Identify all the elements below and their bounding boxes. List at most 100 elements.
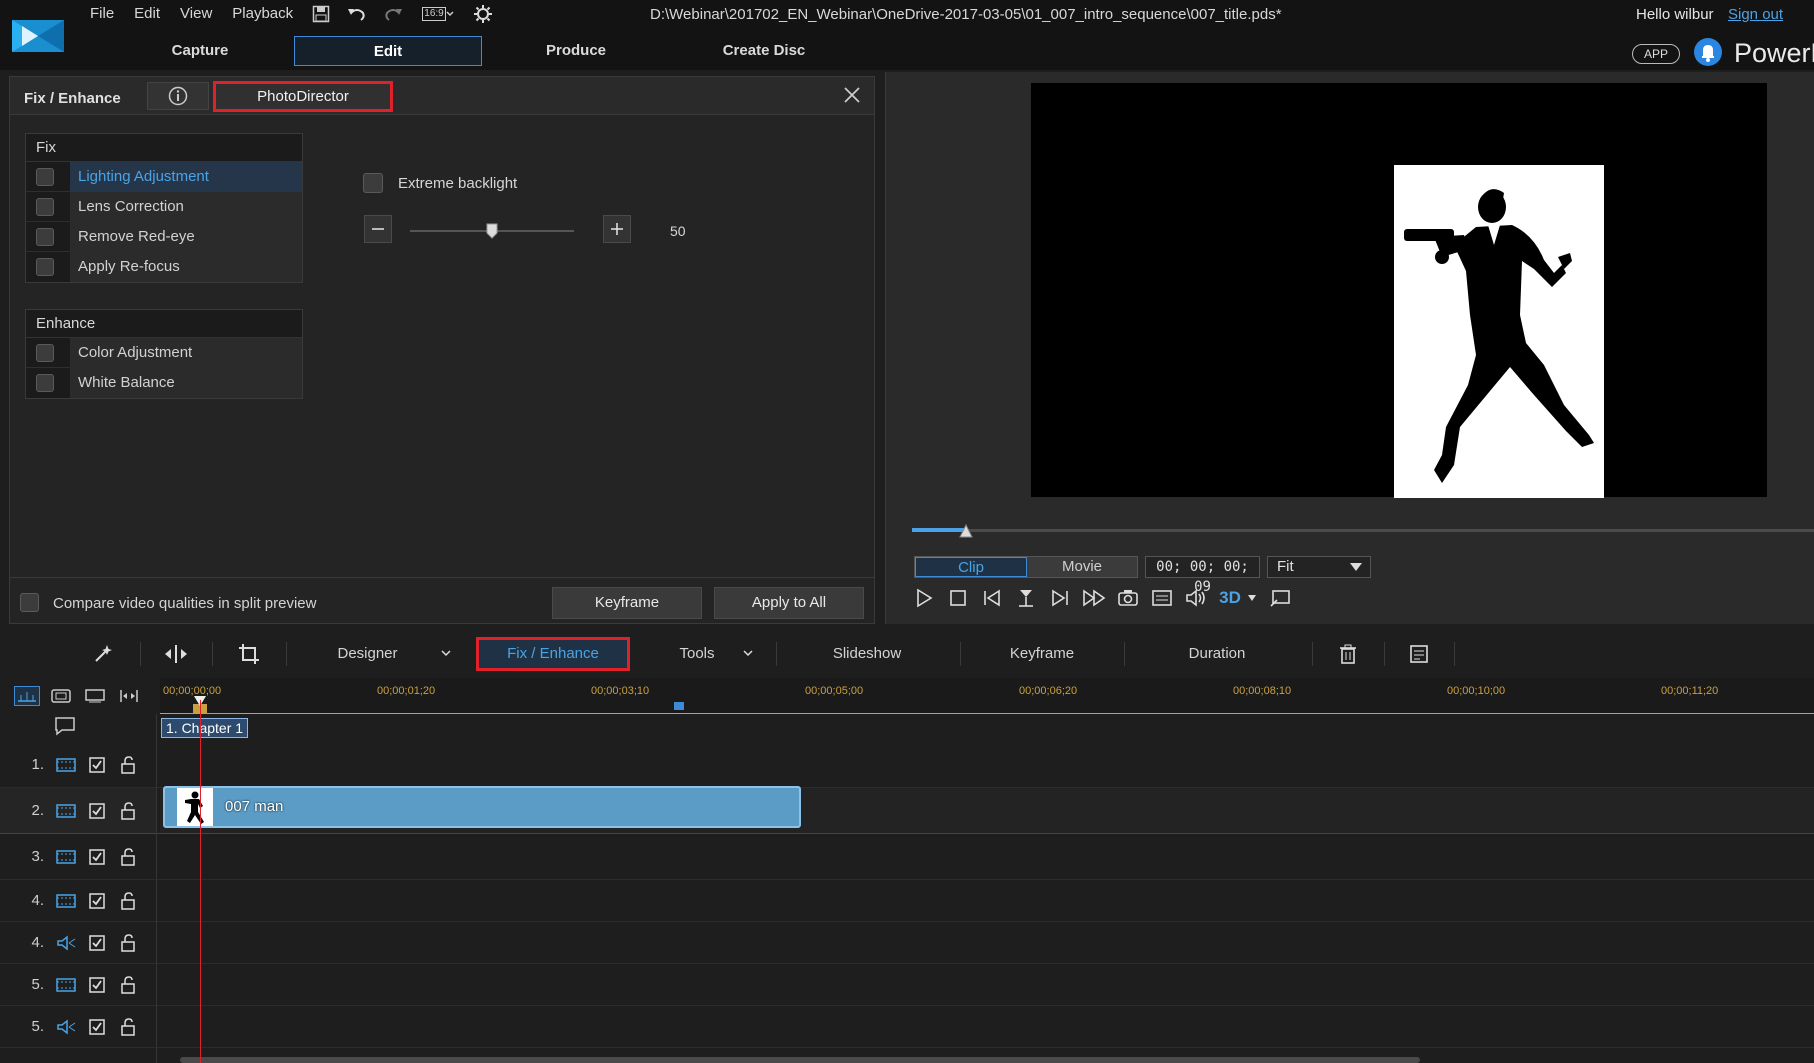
- timecode-display[interactable]: 00; 00; 00; 09: [1145, 556, 1260, 595]
- aspect-ratio-selector[interactable]: 16:9: [418, 4, 458, 24]
- chevron-down-icon[interactable]: [441, 648, 451, 658]
- sign-out-link[interactable]: Sign out: [1728, 6, 1783, 23]
- timeline-horizontal-scrollbar[interactable]: [180, 1057, 1420, 1063]
- checkbox[interactable]: [36, 343, 54, 362]
- slideshow-button[interactable]: Slideshow: [826, 645, 908, 662]
- unlock-icon[interactable]: [115, 1017, 141, 1037]
- tab-edit[interactable]: Edit: [294, 36, 482, 66]
- fix-item-label[interactable]: Remove Red-eye: [70, 221, 302, 252]
- split-clip-icon[interactable]: [163, 642, 189, 666]
- checkbox[interactable]: [36, 374, 54, 392]
- comment-icon[interactable]: [54, 716, 76, 736]
- track-lane[interactable]: [160, 880, 1814, 921]
- menu-edit[interactable]: Edit: [124, 5, 170, 27]
- magic-tools-icon[interactable]: [90, 642, 116, 666]
- menu-view[interactable]: View: [170, 5, 222, 27]
- tab-produce[interactable]: Produce: [482, 36, 670, 66]
- track-enabled-checkbox-icon[interactable]: [84, 933, 110, 953]
- checkbox[interactable]: [36, 258, 54, 276]
- subtitles-icon[interactable]: [1150, 586, 1174, 610]
- designer-button[interactable]: Designer: [330, 645, 405, 662]
- track-lane[interactable]: [160, 834, 1814, 879]
- ruler-marker[interactable]: [674, 702, 684, 710]
- fit-timeline-icon[interactable]: [82, 686, 108, 706]
- scrubber-thumb[interactable]: [959, 524, 973, 538]
- snapshot-camera-icon[interactable]: [1116, 586, 1140, 610]
- unlock-icon[interactable]: [115, 933, 141, 953]
- tab-create-disc[interactable]: Create Disc: [670, 36, 858, 66]
- more-features-icon[interactable]: [1406, 642, 1432, 666]
- enhance-item-color-adjustment[interactable]: Color Adjustment: [26, 337, 302, 368]
- preview-video[interactable]: [1031, 83, 1767, 498]
- track-lane[interactable]: [160, 922, 1814, 963]
- enhance-item-label[interactable]: White Balance: [70, 368, 302, 398]
- fix-item-lens-correction[interactable]: Lens Correction: [26, 191, 302, 222]
- enhance-item-white-balance[interactable]: White Balance: [26, 368, 302, 398]
- track-enabled-checkbox-icon[interactable]: [84, 1017, 110, 1037]
- checkbox[interactable]: [36, 227, 54, 246]
- save-icon[interactable]: [310, 4, 332, 24]
- storyboard-view-icon[interactable]: [48, 686, 74, 706]
- photodirector-button[interactable]: PhotoDirector: [213, 81, 393, 112]
- zoom-to-fit-icon[interactable]: [116, 686, 142, 706]
- track-enabled-checkbox-icon[interactable]: [84, 755, 110, 775]
- app-button[interactable]: APP: [1632, 44, 1680, 64]
- clip-mode-button[interactable]: Clip: [915, 557, 1027, 577]
- keyframe-button[interactable]: Keyframe: [552, 587, 702, 619]
- settings-icon[interactable]: [472, 4, 494, 24]
- checkbox[interactable]: [36, 167, 54, 186]
- notification-bell-icon[interactable]: [1694, 38, 1722, 66]
- undo-icon[interactable]: [346, 4, 368, 24]
- decrease-button[interactable]: [364, 215, 392, 243]
- checkbox[interactable]: [36, 197, 54, 216]
- enhance-item-label[interactable]: Color Adjustment: [70, 337, 302, 368]
- extreme-backlight-checkbox[interactable]: [363, 173, 383, 193]
- duration-button[interactable]: Duration: [1180, 645, 1254, 662]
- 3d-mode-button[interactable]: 3D: [1218, 586, 1258, 610]
- menu-playback[interactable]: Playback: [222, 5, 303, 27]
- redo-icon[interactable]: [382, 4, 404, 24]
- menu-file[interactable]: File: [80, 5, 124, 27]
- unlock-icon[interactable]: [115, 847, 141, 867]
- increase-button[interactable]: [603, 215, 631, 243]
- delete-trash-icon[interactable]: [1335, 642, 1361, 666]
- fix-enhance-button[interactable]: Fix / Enhance: [476, 637, 630, 671]
- track-lane[interactable]: [160, 1006, 1814, 1047]
- unlock-icon[interactable]: [115, 801, 141, 821]
- movie-mode-button[interactable]: Movie: [1027, 557, 1137, 577]
- track-enabled-checkbox-icon[interactable]: [84, 891, 110, 911]
- timeline-clip[interactable]: 007 man: [163, 786, 801, 828]
- track-lane[interactable]: [160, 964, 1814, 1005]
- timeline-view-icon[interactable]: [14, 686, 40, 706]
- volume-icon[interactable]: [1184, 586, 1208, 610]
- unlock-icon[interactable]: [115, 755, 141, 775]
- crop-icon[interactable]: [236, 642, 262, 666]
- apply-to-all-button[interactable]: Apply to All: [714, 587, 864, 619]
- split-icon[interactable]: [1014, 586, 1038, 610]
- chapter-marker[interactable]: 1. Chapter 1: [161, 718, 249, 738]
- track-enabled-checkbox-icon[interactable]: [84, 975, 110, 995]
- track-enabled-checkbox-icon[interactable]: [84, 801, 110, 821]
- fix-item-label[interactable]: Apply Re-focus: [70, 252, 302, 282]
- previous-frame-icon[interactable]: [980, 586, 1004, 610]
- close-icon[interactable]: [840, 83, 864, 107]
- chevron-down-icon[interactable]: [743, 648, 753, 658]
- keyframe-toolbar-button[interactable]: Keyframe: [1004, 645, 1080, 662]
- timeline-ruler[interactable]: 00;00;00;00 00;00;01;20 00;00;03;10 00;0…: [160, 678, 1814, 714]
- unlock-icon[interactable]: [115, 975, 141, 995]
- tools-button[interactable]: Tools: [674, 645, 720, 662]
- fix-item-label[interactable]: Lighting Adjustment: [70, 161, 302, 192]
- fix-item-lighting-adjustment[interactable]: Lighting Adjustment: [26, 161, 302, 192]
- track-lane[interactable]: [160, 742, 1814, 787]
- next-frame-icon[interactable]: [1048, 586, 1072, 610]
- fast-forward-icon[interactable]: [1082, 586, 1106, 610]
- stop-icon[interactable]: [946, 586, 970, 610]
- tab-capture[interactable]: Capture: [106, 36, 294, 66]
- fix-item-label[interactable]: Lens Correction: [70, 191, 302, 222]
- lighting-slider-thumb[interactable]: [486, 223, 498, 239]
- preview-scrubber[interactable]: [912, 529, 1814, 532]
- fix-item-remove-red-eye[interactable]: Remove Red-eye: [26, 221, 302, 252]
- fix-item-apply-re-focus[interactable]: Apply Re-focus: [26, 252, 302, 282]
- zoom-fit-select[interactable]: Fit: [1267, 556, 1371, 578]
- play-icon[interactable]: [912, 586, 936, 610]
